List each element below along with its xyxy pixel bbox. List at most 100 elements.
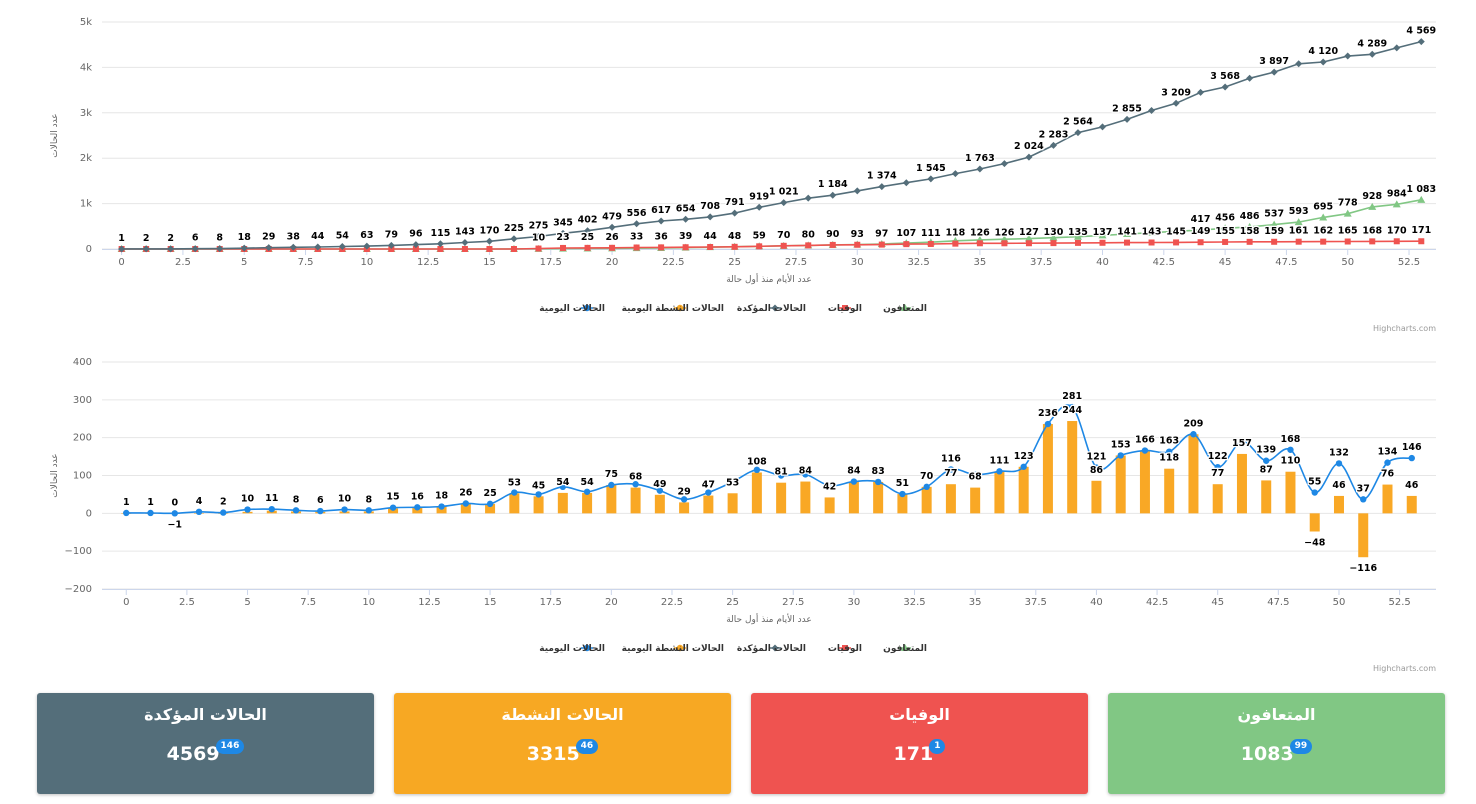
daily-cases-point bbox=[1141, 447, 1149, 454]
cumulative-confirmed-point bbox=[1393, 44, 1401, 52]
daily-ytick-label: −100 bbox=[65, 546, 92, 557]
cumulative-deaths-data-label: 126 bbox=[970, 227, 990, 238]
daily-active-data-label: 49 bbox=[653, 479, 666, 490]
cumulative-confirmed-point bbox=[510, 235, 518, 243]
cumulative-confirmed-data-label: 2 855 bbox=[1112, 103, 1142, 114]
daily-ytick-label: 100 bbox=[73, 471, 92, 482]
cumulative-confirmed-point bbox=[804, 194, 812, 202]
cumulative-deaths-point bbox=[878, 241, 885, 248]
daily-cases-data-label: 11 bbox=[265, 493, 278, 504]
daily-active-bar bbox=[1285, 471, 1296, 514]
card-recovered[interactable]: المتعافون 108399 bbox=[1108, 693, 1445, 794]
card-confirmed[interactable]: الحالات المؤكدة 4569146 bbox=[37, 693, 374, 794]
cumulative-confirmed-data-label: 1 bbox=[118, 233, 125, 244]
daily-cases-data-label: 8 bbox=[365, 494, 372, 505]
card-recovered-value: 108399 bbox=[1108, 739, 1445, 766]
daily-active-bar bbox=[1188, 434, 1199, 514]
card-confirmed-number: 4569 bbox=[166, 743, 220, 765]
daily-cases-point bbox=[608, 481, 615, 489]
daily-xtick-label: 12.5 bbox=[418, 597, 440, 608]
cumulative-legend-label: المتعافون bbox=[883, 304, 927, 314]
daily-active-bar bbox=[509, 493, 520, 514]
daily-active-data-label: 45 bbox=[532, 480, 545, 491]
cumulative-deaths-point bbox=[927, 240, 934, 247]
cumulative-recovered-data-label: 486 bbox=[1240, 211, 1260, 222]
cumulative-deaths-data-label: 93 bbox=[851, 229, 864, 240]
daily-cases-point bbox=[1117, 452, 1124, 459]
daily-active-bar bbox=[1382, 484, 1393, 514]
daily-cases-point bbox=[850, 478, 858, 485]
cumulative-confirmed-data-label: 1 763 bbox=[965, 153, 995, 164]
cumulative-deaths-point bbox=[976, 240, 983, 247]
card-recovered-number: 1083 bbox=[1240, 743, 1294, 765]
daily-cases-point bbox=[123, 509, 130, 517]
daily-xtick-label: 45 bbox=[1211, 597, 1224, 608]
cumulative-confirmed-point bbox=[1368, 50, 1376, 58]
cumulative-deaths-data-label: 165 bbox=[1338, 226, 1358, 237]
daily-cases-data-label: 132 bbox=[1329, 447, 1349, 458]
daily-xtick-label: 40 bbox=[1090, 597, 1103, 608]
cumulative-confirmed-data-label: 225 bbox=[504, 223, 524, 234]
cumulative-deaths-data-label: 158 bbox=[1240, 226, 1260, 237]
daily-cases-point bbox=[1335, 460, 1343, 467]
cumulative-deaths-point bbox=[854, 241, 861, 248]
daily-cases-point bbox=[414, 504, 421, 511]
cumulative-xtick-label: 5 bbox=[241, 257, 247, 268]
cumulative-deaths-data-label: 44 bbox=[704, 231, 718, 242]
daily-active-data-label: −48 bbox=[1304, 537, 1326, 548]
cumulative-deaths-data-label: 162 bbox=[1313, 226, 1333, 237]
cumulative-xtick-label: 47.5 bbox=[1275, 257, 1297, 268]
cumulative-deaths-data-label: 23 bbox=[556, 232, 569, 243]
daily-active-data-label: 87 bbox=[1260, 464, 1273, 475]
daily-ytick-label: −200 bbox=[65, 584, 92, 595]
daily-active-bar bbox=[606, 484, 617, 514]
card-deaths-number: 171 bbox=[893, 743, 934, 765]
cumulative-confirmed-data-label: 6 bbox=[192, 233, 199, 244]
daily-xtick-label: 22.5 bbox=[661, 597, 683, 608]
cumulative-cases-chart: 0 1k 2k 3k 4k 5k 0 2.5 5 7.5 10 12.5 15 17.5 20 22.5 25 2… bbox=[0, 0, 1476, 340]
summary-cards: الحالات المؤكدة 4569146 الحالات النشطة 3… bbox=[0, 693, 1476, 794]
cumulative-deaths-data-label: 80 bbox=[802, 229, 816, 240]
cumulative-confirmed-point bbox=[780, 199, 788, 207]
daily-cases-data-label: 0 bbox=[171, 497, 178, 508]
cumulative-xtick-label: 22.5 bbox=[662, 257, 684, 268]
cumulative-recovered-data-label: 984 bbox=[1387, 188, 1407, 199]
cumulative-confirmed-data-label: 3 209 bbox=[1161, 87, 1191, 98]
cumulative-confirmed-data-label: 1 184 bbox=[818, 179, 848, 190]
cumulative-deaths-point bbox=[756, 243, 763, 250]
cumulative-deaths-point bbox=[707, 244, 714, 251]
cumulative-credits: Highcharts.com bbox=[1373, 324, 1436, 333]
daily-xtick-label: 20 bbox=[605, 597, 618, 608]
cumulative-deaths-point bbox=[486, 246, 493, 252]
daily-xtick-label: 27.5 bbox=[782, 597, 804, 608]
card-active[interactable]: الحالات النشطة 331546 bbox=[394, 693, 731, 794]
cumulative-confirmed-point bbox=[902, 179, 910, 187]
cumulative-confirmed-data-label: 79 bbox=[385, 229, 398, 240]
cumulative-recovered-data-label: 456 bbox=[1215, 212, 1235, 223]
cumulative-legend-label: الحالات المؤكدة bbox=[737, 304, 806, 314]
cumulative-deaths-point bbox=[1418, 238, 1425, 245]
cumulative-confirmed-point bbox=[1295, 60, 1303, 68]
daily-active-data-label: 111 bbox=[989, 455, 1009, 466]
daily-active-bar bbox=[1139, 450, 1150, 514]
daily-cases-data-label: 10 bbox=[338, 494, 352, 505]
daily-active-data-label: 77 bbox=[944, 468, 957, 479]
daily-y-axis-title: عدد الحالات bbox=[50, 453, 60, 497]
cumulative-xtick-label: 27.5 bbox=[785, 257, 807, 268]
cumulative-confirmed-data-label: 1 374 bbox=[867, 171, 897, 182]
daily-cases-data-label: 1 bbox=[123, 497, 130, 508]
cumulative-deaths-point bbox=[633, 244, 640, 251]
cumulative-confirmed-point bbox=[878, 183, 886, 191]
card-deaths[interactable]: الوفيات 1711 bbox=[751, 693, 1088, 794]
daily-active-bar bbox=[1261, 480, 1272, 514]
daily-cases-data-label: 139 bbox=[1256, 445, 1276, 456]
daily-cases-data-label: 121 bbox=[1087, 452, 1107, 463]
cumulative-confirmed-data-label: 1 545 bbox=[916, 163, 946, 174]
cumulative-confirmed-data-label: 63 bbox=[360, 230, 373, 241]
cumulative-confirmed-data-label: 275 bbox=[529, 221, 549, 232]
cumulative-confirmed-data-label: 54 bbox=[336, 231, 350, 242]
cumulative-confirmed-point bbox=[633, 220, 641, 228]
card-deaths-title: الوفيات bbox=[889, 705, 950, 724]
cumulative-deaths-data-label: 25 bbox=[581, 232, 594, 243]
cumulative-deaths-point bbox=[1271, 238, 1278, 245]
